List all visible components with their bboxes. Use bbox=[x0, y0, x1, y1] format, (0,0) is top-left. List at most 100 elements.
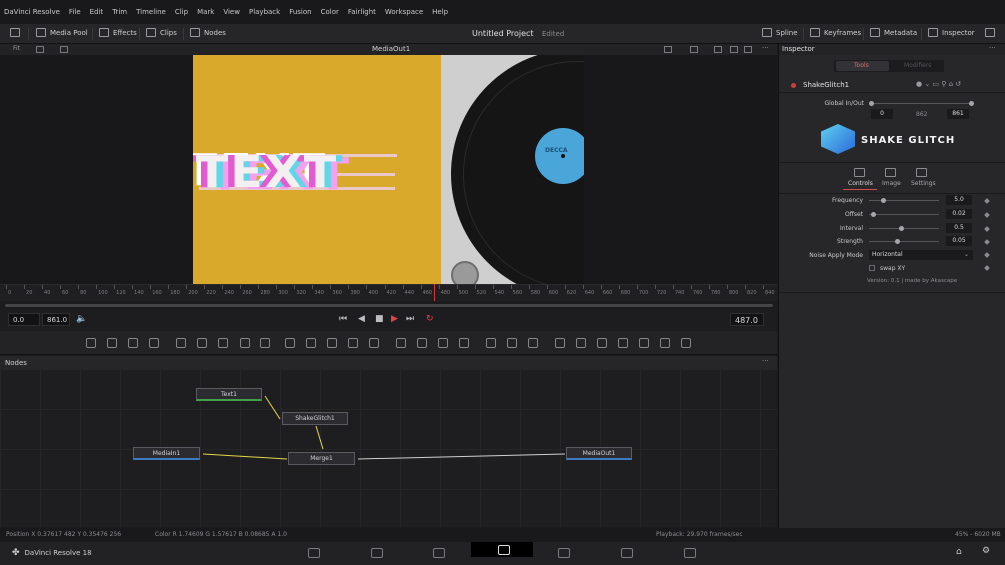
color-icon[interactable] bbox=[690, 46, 698, 53]
keyframe-icon[interactable] bbox=[984, 239, 990, 245]
viewer-options-icon[interactable] bbox=[36, 46, 44, 53]
param-knob[interactable] bbox=[898, 226, 904, 231]
3d-merge-icon[interactable] bbox=[597, 338, 607, 348]
swap-xy-checkbox[interactable] bbox=[869, 265, 875, 271]
keyframe-icon[interactable] bbox=[984, 252, 990, 258]
global-out-handle[interactable] bbox=[969, 101, 974, 106]
viewer[interactable]: DECCA TEXT bbox=[0, 55, 777, 284]
3d-image-icon[interactable] bbox=[555, 338, 565, 348]
particle-emitter-icon[interactable] bbox=[486, 338, 496, 348]
param-slider[interactable] bbox=[869, 214, 939, 215]
resize-tool-icon[interactable] bbox=[348, 338, 358, 348]
image-tool-icon[interactable] bbox=[107, 338, 117, 348]
more-icon[interactable]: ··· bbox=[762, 44, 770, 52]
menu-item-timeline[interactable]: Timeline bbox=[136, 8, 166, 16]
node-mediain1[interactable]: MediaIn1 bbox=[133, 447, 200, 460]
particle-tool-icon[interactable] bbox=[176, 338, 186, 348]
node-text1[interactable]: Text1 bbox=[196, 388, 262, 401]
clips-button[interactable]: Clips bbox=[146, 28, 177, 37]
edit-page-icon[interactable] bbox=[433, 548, 445, 558]
split-icon[interactable] bbox=[744, 46, 752, 53]
cut-page-icon[interactable] bbox=[371, 548, 383, 558]
menu-item-workspace[interactable]: Workspace bbox=[385, 8, 423, 16]
audio-icon[interactable]: 🔈 bbox=[76, 315, 87, 324]
roi-icon[interactable] bbox=[730, 46, 738, 53]
matte-tool-icon[interactable] bbox=[327, 338, 337, 348]
nodes-button[interactable]: Nodes bbox=[190, 28, 226, 37]
window-button[interactable] bbox=[985, 28, 995, 37]
frame-ruler[interactable]: 0 20 40 60 80 100 120 140 160 180 200 220 240 260 280 3… bbox=[0, 284, 777, 301]
loop-icon[interactable]: ↻ bbox=[426, 315, 434, 324]
bezier-tool-icon[interactable] bbox=[459, 338, 469, 348]
param-value[interactable]: 0.5 bbox=[946, 223, 972, 233]
panel-toggle-button[interactable] bbox=[10, 28, 20, 37]
inspector-button[interactable]: Inspector bbox=[928, 28, 975, 37]
keyframe-icon[interactable] bbox=[984, 212, 990, 218]
3d-light-icon[interactable] bbox=[660, 338, 670, 348]
menu-item-view[interactable]: View bbox=[223, 8, 240, 16]
media-page-icon[interactable] bbox=[308, 548, 320, 558]
scrub-bar[interactable] bbox=[5, 304, 773, 307]
particle-render-icon[interactable] bbox=[507, 338, 517, 348]
play-reverse-icon[interactable]: ◀ bbox=[358, 315, 365, 324]
param-knob[interactable] bbox=[881, 198, 886, 203]
drop-tool-icon[interactable] bbox=[260, 338, 270, 348]
tab-modifiers[interactable]: Modifiers bbox=[904, 62, 931, 69]
nodes-menu-icon[interactable]: ··· bbox=[762, 357, 769, 365]
viewer-layout-icon[interactable] bbox=[60, 46, 68, 53]
channel-tool-icon[interactable] bbox=[306, 338, 316, 348]
inspector-menu-icon[interactable]: ··· bbox=[989, 44, 996, 52]
param-value[interactable]: 0.05 bbox=[946, 236, 972, 246]
fairlight-page-icon[interactable] bbox=[621, 548, 633, 558]
menu-item-fairlight[interactable]: Fairlight bbox=[348, 8, 376, 16]
particle-style-icon[interactable] bbox=[528, 338, 538, 348]
bspline-tool-icon[interactable] bbox=[197, 338, 207, 348]
keyframe-icon[interactable] bbox=[984, 198, 990, 204]
param-knob[interactable] bbox=[870, 212, 876, 217]
zoom-fit-dropdown[interactable]: Fit bbox=[13, 45, 20, 52]
media-pool-button[interactable]: Media Pool bbox=[36, 28, 88, 37]
menu-item-app[interactable]: DaVinci Resolve bbox=[4, 8, 60, 16]
text-tool-icon[interactable] bbox=[128, 338, 138, 348]
channel-icon[interactable] bbox=[664, 46, 672, 53]
playhead[interactable] bbox=[434, 284, 436, 301]
rectangle-tool-icon[interactable] bbox=[396, 338, 406, 348]
skip-back-icon[interactable]: ⏮ bbox=[339, 315, 347, 324]
subtab-controls[interactable]: Controls bbox=[848, 180, 873, 187]
keyframe-icon[interactable] bbox=[984, 265, 990, 271]
menu-item-edit[interactable]: Edit bbox=[90, 8, 104, 16]
paint-tool-icon[interactable] bbox=[149, 338, 159, 348]
menu-item-trim[interactable]: Trim bbox=[112, 8, 127, 16]
3d-shape-icon[interactable] bbox=[618, 338, 628, 348]
menu-item-file[interactable]: File bbox=[69, 8, 81, 16]
tool-header-icons[interactable]: ● ⌄ ▭ ⚲ ⌂ ↺ bbox=[916, 80, 961, 88]
param-knob[interactable] bbox=[895, 239, 900, 244]
menu-item-clip[interactable]: Clip bbox=[175, 8, 188, 16]
render-end-field[interactable]: 861.0 bbox=[42, 313, 70, 326]
subtab-settings[interactable]: Settings bbox=[911, 180, 936, 187]
3d-text-icon[interactable] bbox=[576, 338, 586, 348]
deliver-page-icon[interactable] bbox=[684, 548, 696, 558]
background-tool-icon[interactable] bbox=[86, 338, 96, 348]
mask-tool-icon[interactable] bbox=[218, 338, 228, 348]
tool-enable-toggle[interactable] bbox=[791, 83, 796, 88]
node-merge1[interactable]: Merge1 bbox=[288, 452, 355, 465]
menu-item-fusion[interactable]: Fusion bbox=[289, 8, 311, 16]
skip-forward-icon[interactable]: ⏭ bbox=[406, 315, 414, 324]
ellipse-tool-icon[interactable] bbox=[417, 338, 427, 348]
menu-item-color[interactable]: Color bbox=[321, 8, 339, 16]
polygon-tool-icon[interactable] bbox=[438, 338, 448, 348]
keyframes-button[interactable]: Keyframes bbox=[810, 28, 861, 37]
noise-mode-dropdown[interactable]: Horizontal ⌄ bbox=[869, 250, 973, 260]
stop-icon[interactable]: ■ bbox=[375, 315, 384, 324]
global-out-field[interactable]: 861 bbox=[947, 109, 969, 119]
fusion-page-button[interactable] bbox=[471, 542, 533, 557]
node-editor[interactable]: Text1 ShakeGlitch1 MediaIn1 Merge1 Media… bbox=[0, 369, 777, 527]
color-page-icon[interactable] bbox=[558, 548, 570, 558]
menu-item-help[interactable]: Help bbox=[432, 8, 448, 16]
node-mediaout1[interactable]: MediaOut1 bbox=[566, 447, 632, 460]
render-start-field[interactable]: 0.0 bbox=[8, 313, 40, 326]
global-in-handle[interactable] bbox=[869, 101, 874, 106]
grid-icon[interactable] bbox=[714, 46, 722, 53]
effects-button[interactable]: Effects bbox=[99, 28, 137, 37]
